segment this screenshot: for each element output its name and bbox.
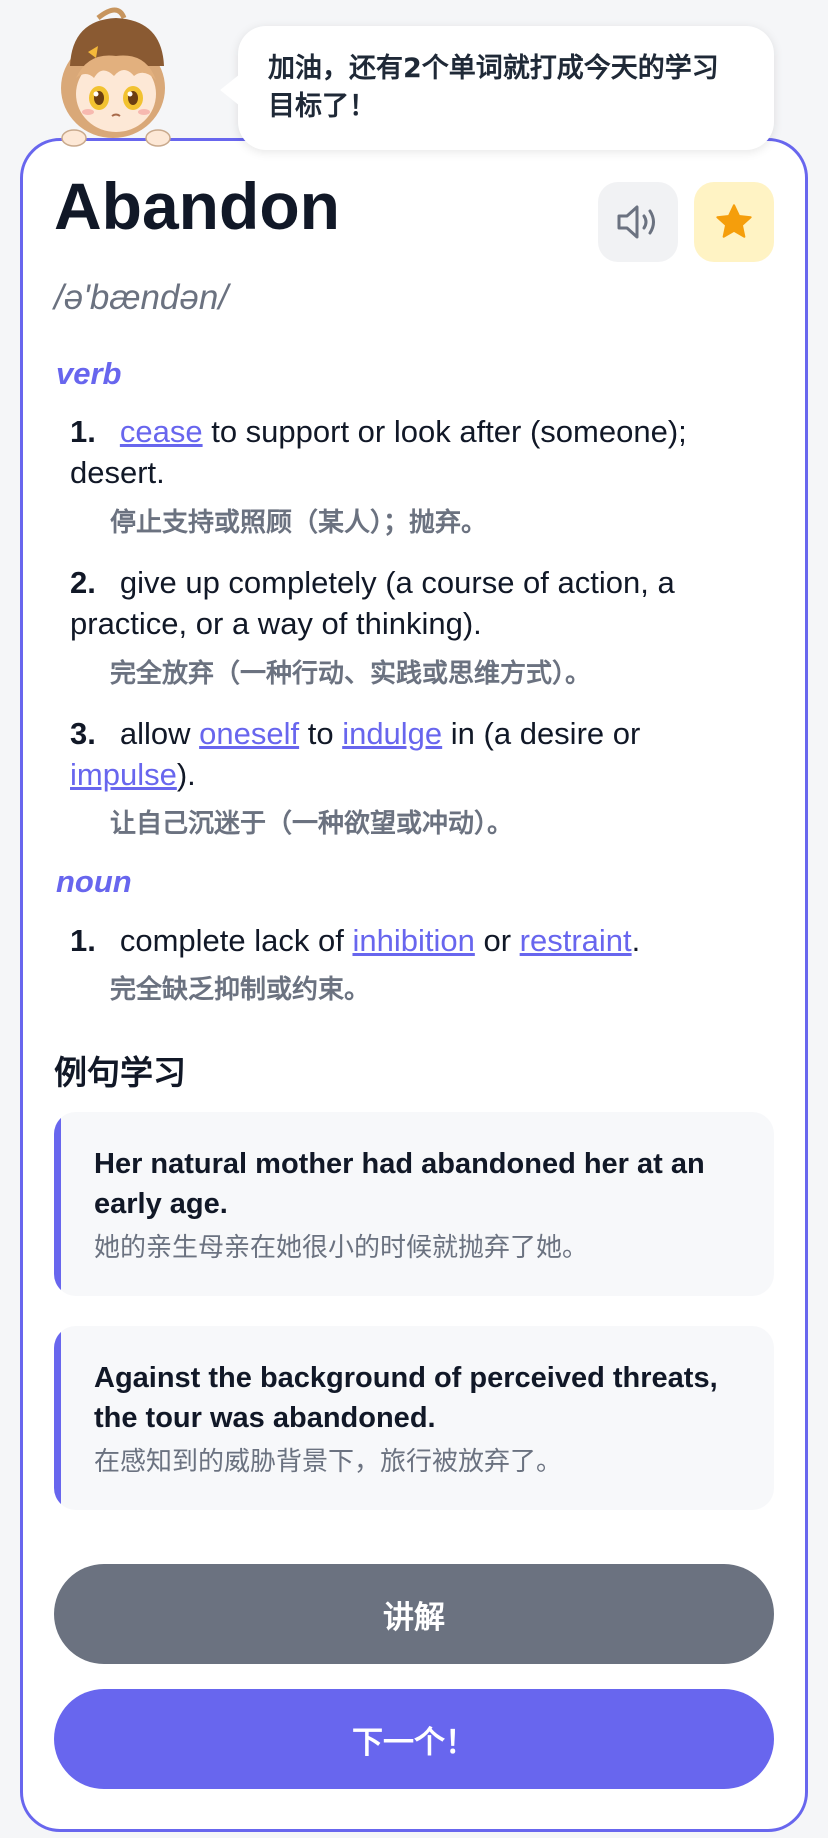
def-translation: 让自己沉迷于（一种欲望或冲动）。 bbox=[110, 809, 514, 839]
encouragement-text: 加油，还有2个单词就打成今天的学习目标了！ bbox=[268, 53, 719, 122]
def-translation: 完全缺乏抑制或约束。 bbox=[110, 975, 371, 1005]
example-card: Against the background of perceived thre… bbox=[54, 1326, 774, 1510]
word-link-indulge[interactable]: indulge bbox=[342, 716, 442, 751]
example-chinese: 在感知到的威胁背景下，旅行被放弃了。 bbox=[94, 1447, 563, 1477]
def-text: give up completely (a course of action, … bbox=[70, 565, 675, 641]
def-translation: 停止支持或照顾（某人）；抛弃。 bbox=[110, 508, 488, 538]
def-text: allow bbox=[119, 716, 200, 751]
explain-button-label: 讲解 bbox=[383, 1599, 445, 1636]
explain-button[interactable]: 讲解 bbox=[54, 1564, 774, 1664]
mascot-avatar bbox=[58, 6, 208, 148]
example-chinese: 她的亲生母亲在她很小的时候就抛弃了她。 bbox=[94, 1233, 589, 1263]
pos-noun-label: noun bbox=[56, 864, 132, 899]
def-translation: 完全放弃（一种行动、实践或思维方式）。 bbox=[110, 659, 592, 689]
def-text: ). bbox=[176, 757, 196, 792]
example-english: Her natural mother had abandoned her at … bbox=[94, 1148, 705, 1220]
def-text: in (a desire or bbox=[442, 716, 641, 751]
speaker-icon bbox=[617, 205, 655, 239]
pronounce-button[interactable] bbox=[598, 182, 678, 262]
headword: Abandon bbox=[54, 169, 340, 243]
definition-item: 3. allow oneself to indulge in (a desire … bbox=[70, 713, 760, 795]
example-english: Against the background of perceived thre… bbox=[94, 1362, 718, 1434]
def-text: or bbox=[474, 923, 520, 958]
def-text: complete lack of bbox=[119, 923, 353, 958]
example-card: Her natural mother had abandoned her at … bbox=[54, 1112, 774, 1296]
word-link-oneself[interactable]: oneself bbox=[199, 716, 299, 751]
word-link-restraint[interactable]: restraint bbox=[520, 923, 632, 958]
def-number: 2. bbox=[70, 565, 96, 600]
def-text: to bbox=[299, 716, 343, 751]
next-button[interactable]: 下一个！ bbox=[54, 1689, 774, 1789]
def-number: 1. bbox=[70, 923, 96, 958]
word-link-impulse[interactable]: impulse bbox=[70, 757, 177, 792]
star-icon bbox=[716, 204, 752, 238]
favorite-button[interactable] bbox=[694, 182, 774, 262]
definition-item: 1. cease to support or look after (someon… bbox=[70, 411, 760, 493]
next-button-label: 下一个！ bbox=[352, 1724, 476, 1761]
definition-item: 1. complete lack of inhibition or restrai… bbox=[70, 920, 760, 961]
definition-item: 2. give up completely (a course of action… bbox=[70, 562, 760, 644]
word-link-inhibition[interactable]: inhibition bbox=[352, 923, 474, 958]
examples-title: 例句学习 bbox=[54, 1053, 186, 1092]
def-number: 3. bbox=[70, 716, 96, 751]
encouragement-bubble: 加油，还有2个单词就打成今天的学习目标了！ bbox=[220, 26, 774, 150]
phonetic: /ə'bændən/ bbox=[54, 278, 229, 317]
pos-verb-label: verb bbox=[56, 356, 122, 391]
def-text: . bbox=[631, 923, 641, 958]
word-link-cease[interactable]: cease bbox=[120, 414, 203, 449]
def-number: 1. bbox=[70, 414, 96, 449]
